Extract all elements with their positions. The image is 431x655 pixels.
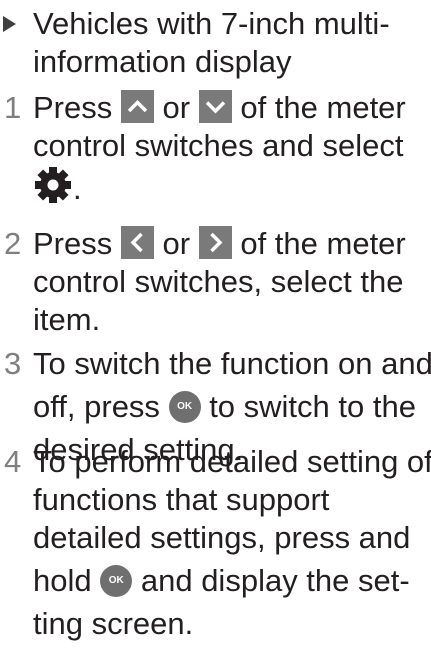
ok-button-icon: OK (168, 391, 201, 423)
step-number: 2 (4, 226, 22, 261)
step-4: 4 To perform detailed setting of functio… (0, 443, 431, 643)
step-number: 1 (4, 90, 22, 125)
step-line: ting screen. (33, 606, 194, 641)
chevron-right-icon (198, 226, 232, 259)
chevron-up-icon (120, 90, 154, 123)
section-heading: Vehicles with 7-inch multi- information … (0, 5, 425, 81)
step-body: Press or of the meter control switches a… (33, 89, 428, 213)
step-text: to switch to the (209, 389, 416, 424)
gear-icon (35, 167, 71, 203)
step-text: hold (33, 563, 92, 598)
step-line: detailed settings, press and (33, 520, 411, 555)
step-line: To perform detailed setting of (33, 444, 431, 479)
step-number: 3 (4, 346, 22, 381)
instruction-page: Vehicles with 7-inch multi- information … (0, 0, 431, 655)
step-text: and display the set- (140, 563, 410, 598)
heading-text: Vehicles with 7-inch multi- information … (33, 5, 425, 81)
step-text: of the meter (240, 226, 406, 261)
step-line: . (33, 165, 428, 213)
ok-button-icon: OK (100, 565, 133, 597)
chevron-down-icon (198, 90, 232, 123)
ok-label: OK (177, 401, 193, 412)
step-1: 1 Press or of the meter control switches… (0, 89, 428, 213)
chevron-left-icon (120, 226, 154, 259)
step-line: Press or of the meter (33, 89, 428, 127)
step-text: Press (33, 226, 113, 261)
step-text: . (73, 171, 82, 206)
step-text: Press (33, 90, 113, 125)
heading-line-1: Vehicles with 7-inch multi- (33, 6, 390, 41)
step-2: 2 Press or of the meter control switches… (0, 225, 428, 339)
step-line: item. (33, 302, 101, 337)
step-text: off, press (33, 389, 160, 424)
bullet-triangle-icon (3, 16, 16, 32)
step-line: control switches and select (33, 128, 404, 163)
step-body: Press or of the meter control switches, … (33, 225, 428, 339)
step-text: of the meter (240, 90, 406, 125)
step-line: control switches, select the (33, 264, 404, 299)
step-body: To perform detailed setting of functions… (33, 443, 431, 643)
step-line: functions that support (33, 482, 330, 517)
step-line: To switch the function on and (33, 346, 431, 381)
step-line: off, press OK to switch to the (33, 383, 428, 431)
step-number: 4 (4, 444, 22, 479)
step-text: or (162, 90, 191, 125)
step-line: hold OK and display the set- (33, 557, 428, 605)
step-text: or (162, 226, 191, 261)
step-line: Press or of the meter (33, 225, 428, 263)
ok-label: OK (108, 575, 124, 586)
heading-line-2: information display (33, 44, 292, 79)
